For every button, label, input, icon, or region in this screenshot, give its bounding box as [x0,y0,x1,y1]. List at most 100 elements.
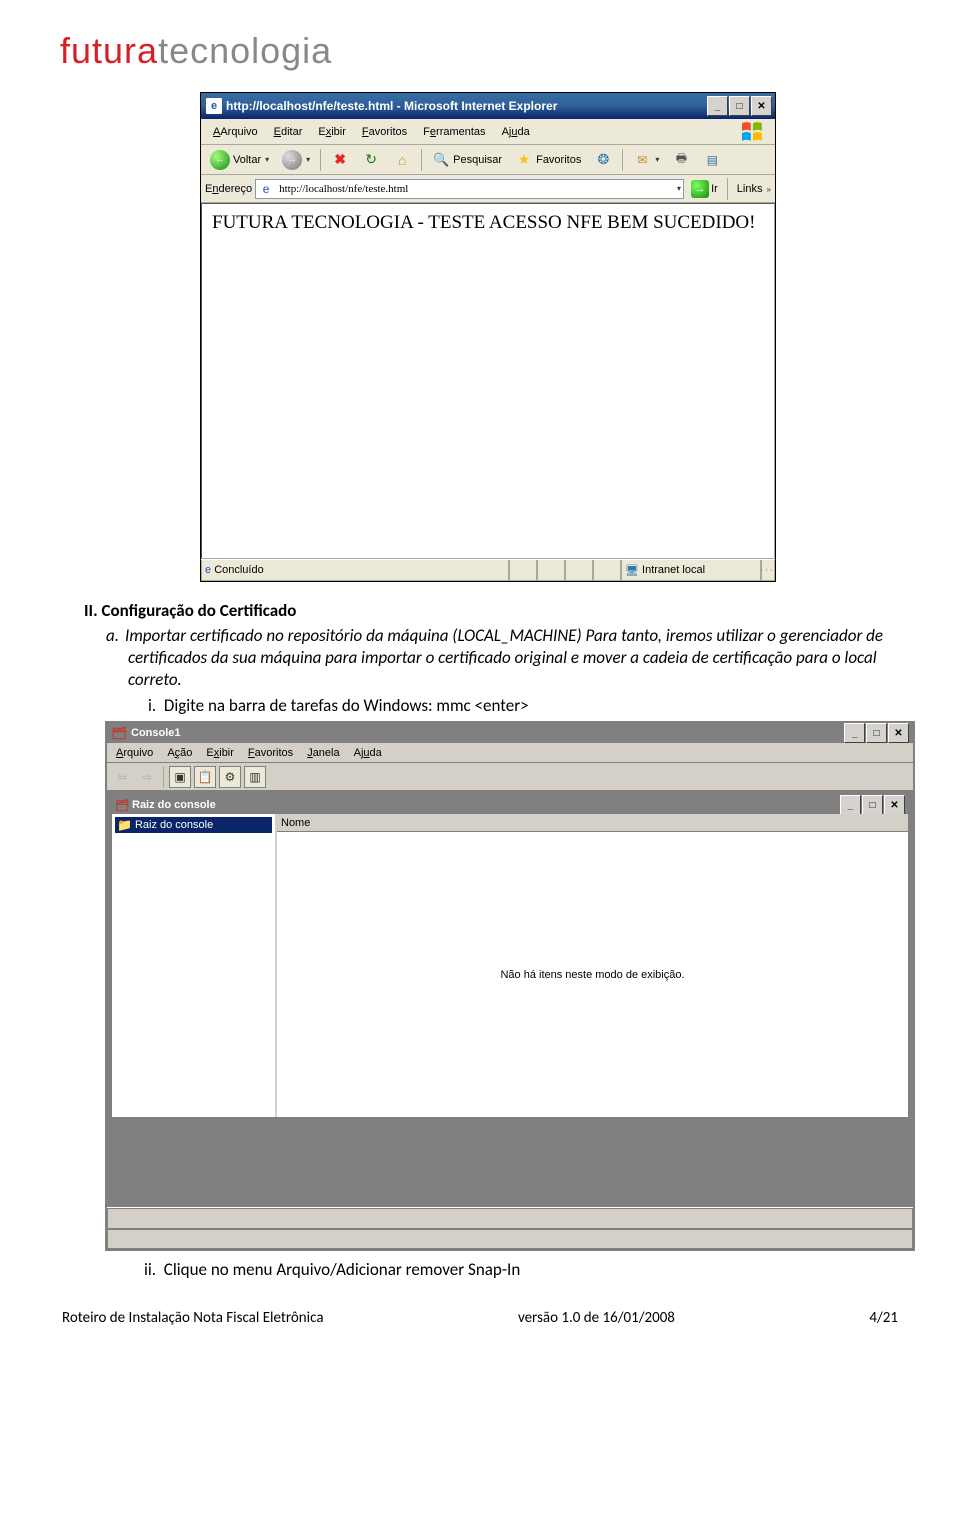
folder-icon: 📁 [117,818,132,832]
ie-title-text: http://localhost/nfe/teste.html - Micros… [226,99,707,113]
stop-button[interactable]: ✖ [326,148,354,172]
window-buttons: _ □ ✕ [707,96,772,116]
footer-left: Roteiro de Instalação Nota Fiscal Eletrô… [62,1309,324,1327]
tree-root-item[interactable]: 📁 Raiz do console [115,817,272,833]
console-root-icon: 🗂 [115,798,129,812]
page-icon: e [258,181,274,197]
mmc-workspace: 🗂 Raiz do console _ □ ✕ 📁 Raiz do consol… [107,791,913,1207]
step-a-label: a. [106,625,119,646]
step-i-label: i. [148,695,156,716]
list-pane: Nome Não há itens neste modo de exibição… [277,814,908,1117]
step-a-body: Importar certificado no repositório da m… [125,625,883,690]
step-ii-label: ii. [144,1259,156,1280]
mmc-child-titlebar: 🗂 Raiz do console _ □ ✕ [112,796,908,814]
status-done: e Concluído [201,560,509,581]
minimize-button[interactable]: _ [707,96,728,116]
tree-root-label: Raiz do console [135,819,213,831]
mmc-menu-exibir[interactable]: Exibir [199,745,241,761]
page-footer: Roteiro de Instalação Nota Fiscal Eletrô… [60,1309,900,1327]
status-cell [537,560,565,581]
ie-window: e http://localhost/nfe/teste.html - Micr… [200,92,776,582]
mmc-menubar: Arquivo Ação Exibir Favoritos Janela Aju… [107,743,913,763]
mmc-split: 📁 Raiz do console Nome Não há itens nest… [112,814,908,1117]
ie-content: FUTURA TECNOLOGIA - TESTE ACESSO NFE BEM… [201,203,775,559]
mmc-menu-ajuda[interactable]: Ajuda [347,745,389,761]
ie-menubar: AArquivo Editar Exibir Favoritos Ferrame… [201,119,775,145]
menu-ajuda[interactable]: Ajuda [494,123,538,141]
logo-gray: tecnologia [158,30,332,72]
ie-statusbar: e Concluído 🖥 Intranet local ⋰ [201,559,775,581]
maximize-button[interactable]: □ [862,795,883,815]
tool-button[interactable]: ▣ [169,766,191,788]
address-label: Endereço [205,183,252,195]
step-ii-body: Clique no menu Arquivo/Adicionar remover… [164,1259,520,1280]
forward-button[interactable]: →▾ [277,147,315,173]
step-ii: ii. Clique no menu Arquivo/Adicionar rem… [170,1259,900,1281]
nav-back-button[interactable]: ⇦ [111,766,133,788]
address-input-wrap[interactable]: e ▾ [255,179,684,199]
mmc-window: 🗂 Console1 _ □ ✕ Arquivo Ação Exibir Fav… [105,721,915,1251]
close-button[interactable]: ✕ [884,795,905,815]
minimize-button[interactable]: _ [844,723,865,743]
mmc-statusbar [107,1207,913,1249]
mmc-bottom-area [110,1119,910,1204]
nav-fwd-button[interactable]: ⇨ [136,766,158,788]
brand-logo: futuratecnologia [60,30,900,72]
tool-button[interactable]: ▥ [244,766,266,788]
search-button[interactable]: 🔍Pesquisar [427,148,507,172]
mmc-child-title-text: Raiz do console [132,799,840,811]
address-dropdown-icon[interactable]: ▾ [677,184,681,193]
footer-center: versão 1.0 de 16/01/2008 [518,1309,675,1327]
favorites-button[interactable]: ★Favoritos [510,148,586,172]
status-zone: 🖥 Intranet local [621,560,761,581]
mmc-toolbar: ⇦ ⇨ ▣ 📋 ⚙ ▥ [107,763,913,791]
footer-right: 4/21 [869,1309,898,1327]
minimize-button[interactable]: _ [840,795,861,815]
tool-button[interactable]: 📋 [194,766,216,788]
ie-addressbar: Endereço e ▾ →Ir Links » [201,175,775,203]
tool-button[interactable]: ⚙ [219,766,241,788]
mmc-menu-acao[interactable]: Ação [160,745,199,761]
refresh-button[interactable]: ↻ [357,148,385,172]
close-button[interactable]: ✕ [888,723,909,743]
menu-favoritos[interactable]: Favoritos [354,123,415,141]
mmc-titlebar: 🗂 Console1 _ □ ✕ [107,723,913,743]
mmc-menu-favoritos[interactable]: Favoritos [241,745,300,761]
back-button[interactable]: ←Voltar▾ [205,147,274,173]
windows-logo-icon [735,120,771,144]
resize-grip[interactable]: ⋰ [761,560,775,581]
links-label[interactable]: Links » [737,183,771,195]
mmc-menu-arquivo[interactable]: Arquivo [109,745,160,761]
mmc-child-window: 🗂 Raiz do console _ □ ✕ 📁 Raiz do consol… [110,794,910,1119]
mmc-window-buttons: _ □ ✕ [844,723,909,743]
mmc-menu-janela[interactable]: Janela [300,745,346,761]
print-button[interactable]: 🖶 [667,148,695,172]
history-button[interactable]: ❂ [589,148,617,172]
status-cell [593,560,621,581]
ie-titlebar: e http://localhost/nfe/teste.html - Micr… [201,93,775,119]
mmc-title-text: Console1 [131,727,844,739]
menu-editar[interactable]: Editar [266,123,311,141]
close-button[interactable]: ✕ [751,96,772,116]
mmc-icon: 🗂 [111,725,127,741]
go-button[interactable]: →Ir [687,179,722,199]
tree-pane[interactable]: 📁 Raiz do console [112,814,277,1117]
page-message: FUTURA TECNOLOGIA - TESTE ACESSO NFE BEM… [212,212,764,234]
menu-ferramentas[interactable]: Ferramentas [415,123,493,141]
section-heading: II. Configuração do Certificado [84,600,900,621]
maximize-button[interactable]: □ [866,723,887,743]
address-input[interactable] [277,182,676,196]
menu-exibir[interactable]: Exibir [310,123,354,141]
menu-arquivo[interactable]: AArquivo [205,123,266,141]
mail-button[interactable]: ✉▾ [628,148,664,172]
edit-button[interactable]: ▤ [698,148,726,172]
maximize-button[interactable]: □ [729,96,750,116]
ie-toolbar: ←Voltar▾ →▾ ✖ ↻ ⌂ 🔍Pesquisar ★Favoritos … [201,145,775,175]
step-i: i. Digite na barra de tarefas do Windows… [170,695,900,717]
home-button[interactable]: ⌂ [388,148,416,172]
status-cell [565,560,593,581]
list-empty-message: Não há itens neste modo de exibição. [277,832,908,1117]
status-cell [509,560,537,581]
step-a: a.Importar certificado no repositório da… [128,625,900,691]
list-header[interactable]: Nome [277,814,908,832]
